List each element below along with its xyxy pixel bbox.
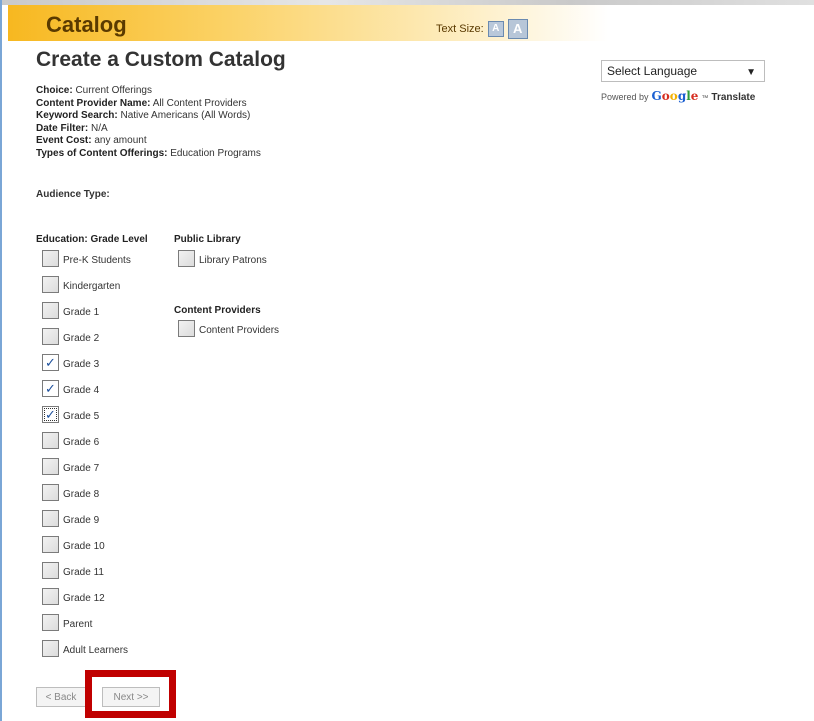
summary-row: Content Provider Name: All Content Provi… <box>36 98 261 111</box>
summary-label: Choice: <box>36 85 73 96</box>
checkbox-row[interactable]: Kindergarten <box>42 276 120 293</box>
checkbox-label: Grade 10 <box>63 541 105 552</box>
checkbox-label: Grade 3 <box>63 359 100 370</box>
search-summary: Choice: Current Offerings Content Provid… <box>36 85 261 160</box>
catalog-header-bar: Catalog Text Size: A A <box>8 5 608 41</box>
checkbox-row[interactable]: Grade 2 <box>42 328 99 345</box>
content-providers-checkbox[interactable] <box>178 320 195 337</box>
checkbox-row[interactable]: Grade 12 <box>42 588 105 605</box>
grade-checkbox[interactable] <box>42 276 59 293</box>
summary-label: Types of Content Offerings: <box>36 147 168 159</box>
language-select[interactable]: Select Language ▼ <box>601 60 765 82</box>
trademark-mark: ™ <box>701 95 709 102</box>
grade-checkbox[interactable]: ✓ <box>42 354 59 371</box>
summary-label: Content Provider Name: <box>36 97 151 109</box>
checkbox-row[interactable]: Parent <box>42 614 92 631</box>
checkbox-row[interactable]: Grade 11 <box>42 562 104 579</box>
checkbox-label: Grade 2 <box>63 333 100 344</box>
grade-checkbox[interactable]: ✓ <box>42 380 59 397</box>
grade-checkbox[interactable]: ✓ <box>42 406 59 423</box>
grade-checkbox[interactable] <box>42 432 59 449</box>
powered-by-label: Powered by <box>601 92 649 102</box>
checkbox-label: Grade 9 <box>63 515 100 526</box>
library-patrons-checkbox[interactable] <box>178 250 195 267</box>
checkbox-label: Pre-K Students <box>63 255 131 266</box>
text-size-control: Text Size: A A <box>436 19 528 39</box>
grade-checkbox[interactable] <box>42 328 59 345</box>
checkbox-label: Grade 4 <box>63 385 100 396</box>
google-logo: Google <box>651 89 699 103</box>
language-select-value: Select Language <box>607 64 698 78</box>
checkbox-label: Grade 7 <box>63 463 100 474</box>
checkbox-label: Grade 1 <box>63 307 100 318</box>
checkbox-label: Parent <box>63 619 93 630</box>
summary-row: Event Cost: any amount <box>36 135 261 148</box>
summary-value: All Content Providers <box>152 97 247 109</box>
checkbox-row[interactable]: ✓ Grade 3 <box>42 354 99 371</box>
checkbox-row[interactable]: Grade 7 <box>42 458 99 475</box>
checkbox-label: Content Providers <box>199 325 280 336</box>
content-providers-heading: Content Providers <box>174 305 261 316</box>
checkbox-row[interactable]: Pre-K Students <box>42 250 131 267</box>
checkbox-row[interactable]: Grade 8 <box>42 484 99 501</box>
checkbox-label: Grade 5 <box>63 411 100 422</box>
checkbox-label: Grade 12 <box>63 593 105 604</box>
checkbox-row[interactable]: Grade 6 <box>42 432 99 449</box>
text-size-small-button[interactable]: A <box>487 21 504 37</box>
header-title: Catalog <box>46 12 127 37</box>
grade-checkbox[interactable] <box>42 484 59 501</box>
page-title: Create a Custom Catalog <box>36 48 286 71</box>
checkbox-row-content-providers[interactable]: Content Providers <box>178 320 279 337</box>
text-size-large-button[interactable]: A <box>507 19 528 39</box>
audience-type-label: Audience Type: <box>36 189 110 200</box>
checkbox-label: Grade 8 <box>63 489 100 500</box>
powered-by-google-translate: Powered by Google ™ Translate <box>601 89 755 103</box>
summary-label: Keyword Search: <box>36 110 118 121</box>
back-button[interactable]: < Back <box>36 687 86 707</box>
checkbox-label: Kindergarten <box>63 281 121 292</box>
summary-label: Date Filter: <box>36 122 89 134</box>
grade-checkbox[interactable] <box>42 562 59 579</box>
summary-value: N/A <box>91 122 108 134</box>
grade-checkbox[interactable] <box>42 250 59 267</box>
next-button-highlight-box <box>85 670 176 718</box>
checkbox-label: Grade 6 <box>63 437 100 448</box>
grade-checkbox[interactable] <box>42 458 59 475</box>
checkbox-row[interactable]: Grade 1 <box>42 302 99 319</box>
summary-value: Native Americans (All Words) <box>120 110 251 121</box>
summary-value: Education Programs <box>170 147 261 159</box>
grade-checkbox[interactable] <box>42 510 59 527</box>
chevron-down-icon: ▼ <box>746 67 756 78</box>
grade-checkbox[interactable] <box>42 614 59 631</box>
checkbox-row[interactable]: Adult Learners <box>42 640 128 657</box>
summary-label: Event Cost: <box>36 135 92 146</box>
education-heading: Education: Grade Level <box>36 234 148 245</box>
grade-checkbox[interactable] <box>42 536 59 553</box>
summary-value: Current Offerings <box>75 85 152 96</box>
checkbox-row[interactable]: Grade 9 <box>42 510 99 527</box>
summary-row: Date Filter: N/A <box>36 123 261 136</box>
grade-checkbox[interactable] <box>42 588 59 605</box>
window-left-border <box>0 0 2 721</box>
checkbox-row[interactable]: ✓ Grade 5 <box>42 406 99 423</box>
summary-row: Types of Content Offerings: Education Pr… <box>36 148 261 161</box>
checkbox-label: Grade 11 <box>63 567 104 578</box>
grade-checkbox[interactable] <box>42 640 59 657</box>
summary-value: any amount <box>94 135 147 146</box>
text-size-label: Text Size: <box>436 23 484 35</box>
checkbox-label: Library Patrons <box>199 255 267 266</box>
summary-row: Choice: Current Offerings <box>36 85 261 98</box>
checkbox-row[interactable]: Grade 10 <box>42 536 105 553</box>
checkbox-row-library-patrons[interactable]: Library Patrons <box>178 250 267 267</box>
translate-link[interactable]: Translate <box>711 92 755 103</box>
grade-checkbox[interactable] <box>42 302 59 319</box>
checkbox-row[interactable]: ✓ Grade 4 <box>42 380 99 397</box>
summary-row: Keyword Search: Native Americans (All Wo… <box>36 110 261 123</box>
public-library-heading: Public Library <box>174 234 241 245</box>
checkbox-label: Adult Learners <box>63 645 129 656</box>
